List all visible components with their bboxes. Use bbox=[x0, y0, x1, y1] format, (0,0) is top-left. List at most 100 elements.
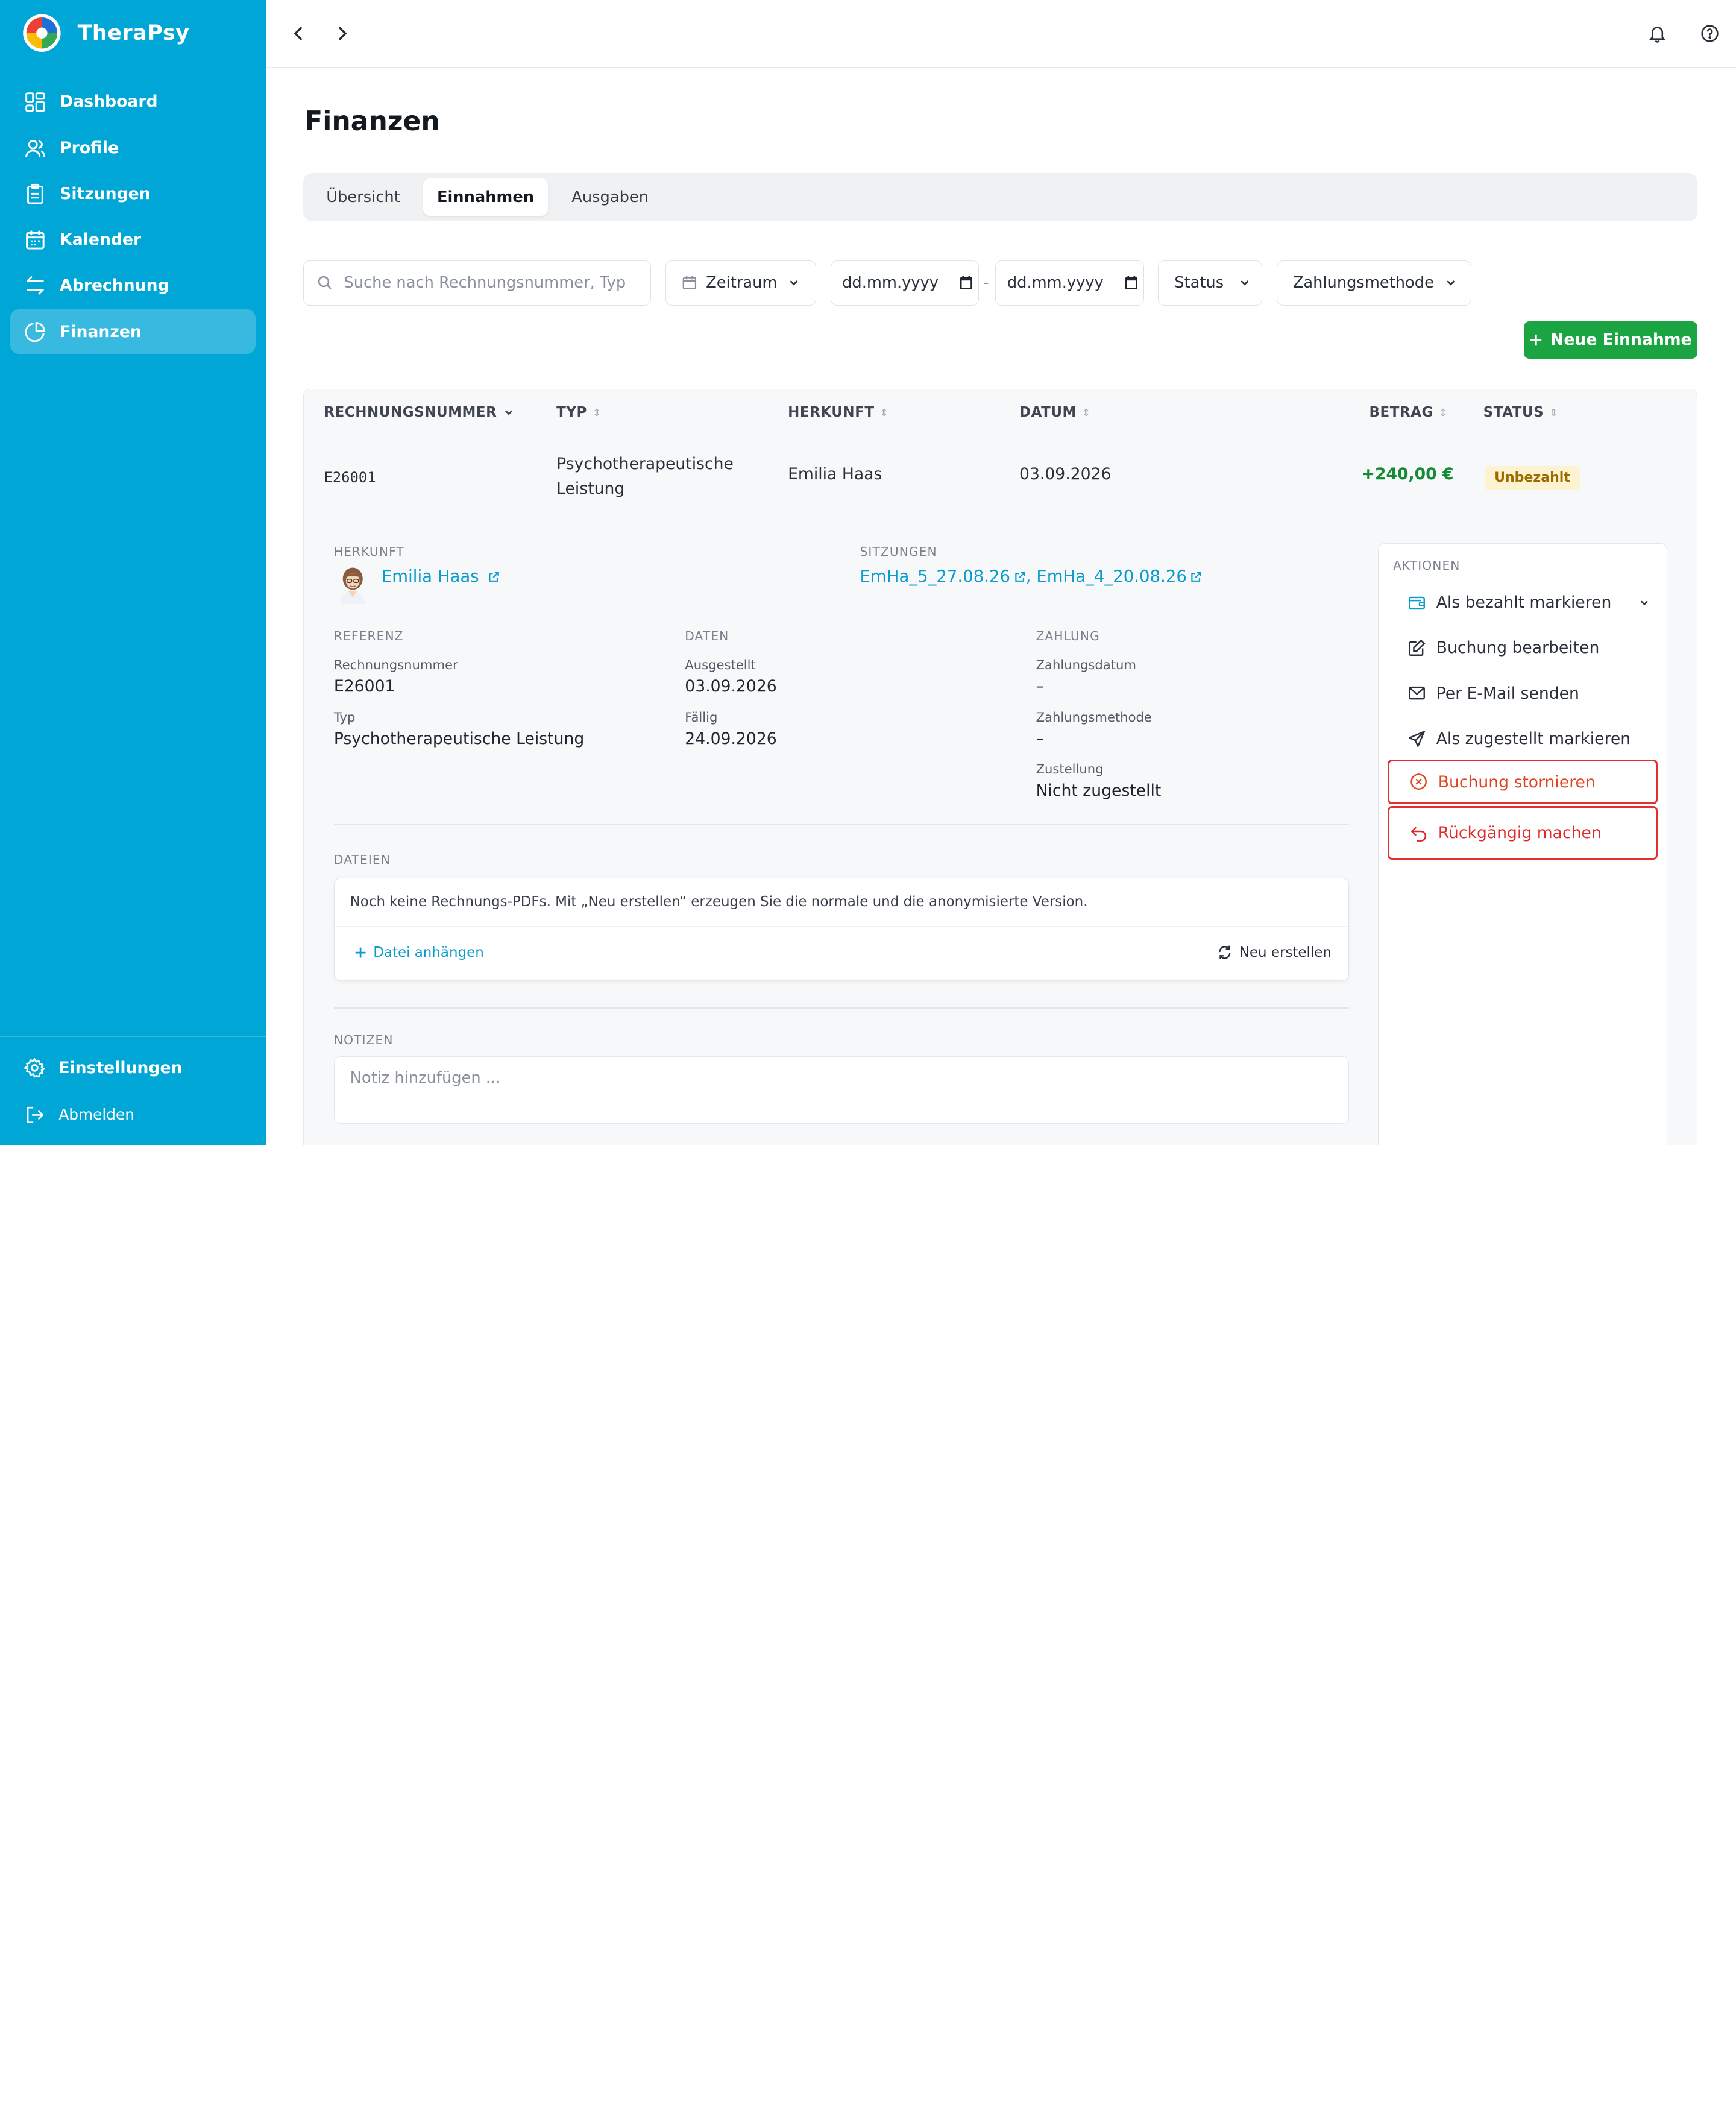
rechnungsnummer-label: Rechnungsnummer bbox=[333, 657, 458, 673]
dateien-section-label: DATEIEN bbox=[333, 852, 391, 867]
plus-icon bbox=[355, 947, 366, 958]
regenerate-button[interactable]: Neu erstellen bbox=[1217, 945, 1332, 960]
notes-input[interactable]: Notiz hinzufügen ... bbox=[333, 1056, 1350, 1124]
column-header-datum[interactable]: DATUM ⇕ bbox=[1019, 405, 1091, 420]
cell-typ: Psychotherapeutische Leistung bbox=[556, 455, 734, 498]
chevron-down-icon bbox=[790, 280, 798, 286]
sort-icon: ⇕ bbox=[879, 406, 889, 418]
chevron-left-icon bbox=[294, 27, 303, 40]
attach-file-button[interactable]: Datei anhängen bbox=[354, 945, 484, 960]
column-header-typ[interactable]: TYP ⇕ bbox=[556, 405, 601, 420]
sidebar-item-einstellungen[interactable]: Einstellungen bbox=[0, 1046, 266, 1090]
cancel-booking-button[interactable]: Buchung stornieren bbox=[1387, 760, 1658, 804]
status-dropdown[interactable]: Status bbox=[1158, 260, 1263, 306]
sidebar: TheraPsy Dashboard Profile Sitzungen Kal… bbox=[0, 0, 266, 1145]
sitzung-link-2[interactable]: EmHa_4_20.08.26 bbox=[1036, 567, 1187, 586]
dashboard-icon bbox=[25, 92, 45, 112]
referenz-section-label: REFERENZ bbox=[333, 628, 404, 643]
faellig-value: 24.09.2026 bbox=[685, 729, 777, 748]
calendar-picker-icon bbox=[1125, 276, 1137, 290]
table-row[interactable]: E26001 Psychotherapeutische Leistung Emi… bbox=[304, 438, 1697, 516]
sidebar-item-abrechnung[interactable]: Abrechnung bbox=[10, 263, 256, 307]
new-income-button[interactable]: Neue Einnahme bbox=[1523, 321, 1698, 359]
sidebar-item-label: Abrechnung bbox=[60, 276, 169, 295]
calendar-icon bbox=[26, 230, 45, 250]
app-name: TheraPsy bbox=[77, 21, 190, 46]
undo-icon bbox=[1410, 827, 1427, 842]
logout-label: Abmelden bbox=[58, 1106, 134, 1124]
payment-method-filter-label: Zahlungsmethode bbox=[1292, 274, 1434, 292]
edit-booking-button[interactable]: Buchung bearbeiten bbox=[1388, 626, 1658, 670]
edit-icon bbox=[1409, 639, 1426, 657]
help-button[interactable] bbox=[1696, 20, 1723, 46]
cell-datum: 03.09.2026 bbox=[1019, 464, 1112, 483]
swap-icon bbox=[27, 276, 45, 295]
actions-panel: AKTIONEN Als bezahlt markieren Buchung b… bbox=[1378, 543, 1667, 1145]
column-header-betrag[interactable]: BETRAG ⇕ bbox=[1370, 405, 1448, 420]
tab-ausgaben[interactable]: Ausgaben bbox=[555, 178, 665, 216]
tab-uebersicht[interactable]: Übersicht bbox=[310, 178, 416, 216]
logout-icon bbox=[27, 1106, 44, 1123]
sidebar-item-finanzen[interactable]: Finanzen bbox=[10, 309, 256, 354]
sitzungen-section-label: SITZUNGEN bbox=[860, 544, 937, 559]
tab-bar: Übersicht Einnahmen Ausgaben bbox=[303, 172, 1698, 222]
sidebar-item-label: Profile bbox=[60, 138, 119, 157]
date-to-value: dd.mm.yyyy bbox=[1007, 274, 1104, 292]
logout-button[interactable]: Abmelden bbox=[0, 1092, 266, 1136]
sitzungen-links: EmHa_5_27.08.26, EmHa_4_20.08.26 bbox=[860, 567, 1203, 586]
back-button[interactable] bbox=[286, 20, 312, 46]
undo-button[interactable]: Rückgängig machen bbox=[1387, 806, 1658, 860]
sidebar-nav: Dashboard Profile Sitzungen Kalender Abr… bbox=[10, 80, 256, 355]
herkunft-link[interactable]: Emilia Haas bbox=[382, 567, 500, 586]
period-label: Zeitraum bbox=[706, 274, 778, 292]
zustellung-value: Nicht zugestellt bbox=[1036, 781, 1162, 801]
brand[interactable]: TheraPsy bbox=[17, 11, 189, 55]
date-to-input[interactable]: dd.mm.yyyy bbox=[995, 260, 1144, 306]
send-email-button[interactable]: Per E-Mail senden bbox=[1388, 671, 1658, 715]
wallet-icon bbox=[1409, 596, 1425, 610]
column-header-status[interactable]: STATUS ⇕ bbox=[1483, 405, 1558, 420]
clipboard-icon bbox=[27, 183, 44, 204]
ausgestellt-label: Ausgestellt bbox=[685, 657, 756, 673]
cell-herkunft: Emilia Haas bbox=[788, 464, 882, 483]
chevron-down-icon[interactable] bbox=[1637, 596, 1652, 610]
new-income-label: Neue Einnahme bbox=[1550, 330, 1692, 350]
x-circle-icon bbox=[1410, 773, 1427, 790]
status-badge: Unbezahlt bbox=[1484, 465, 1580, 490]
herkunft-section-label: HERKUNFT bbox=[333, 544, 404, 559]
sidebar-item-dashboard[interactable]: Dashboard bbox=[10, 80, 256, 124]
sidebar-item-profile[interactable]: Profile bbox=[10, 125, 256, 169]
sidebar-item-sitzungen[interactable]: Sitzungen bbox=[10, 172, 256, 216]
files-panel: Noch keine Rechnungs-PDFs. Mit „Neu erst… bbox=[333, 877, 1350, 981]
zahlungsmethode-value: – bbox=[1036, 729, 1044, 748]
period-dropdown[interactable]: Zeitraum bbox=[665, 260, 816, 306]
cell-betrag: +240,00 € bbox=[1361, 464, 1454, 483]
column-header-herkunft[interactable]: HERKUNFT ⇕ bbox=[788, 405, 888, 420]
plus-icon bbox=[1530, 334, 1542, 346]
date-from-input[interactable]: dd.mm.yyyy bbox=[830, 260, 979, 306]
sidebar-item-kalender[interactable]: Kalender bbox=[10, 218, 256, 262]
mark-paid-button[interactable]: Als bezahlt markieren bbox=[1388, 581, 1658, 625]
search-field[interactable]: Suche nach Rechnungsnummer, Typ bbox=[303, 260, 652, 306]
column-header-rechnungsnummer[interactable]: RECHNUNGSNUMMER bbox=[324, 405, 514, 420]
zahlungsmethode-label: Zahlungsmethode bbox=[1036, 709, 1152, 725]
divider bbox=[333, 823, 1350, 825]
divider bbox=[334, 925, 1349, 927]
typ-label: Typ bbox=[333, 709, 356, 725]
sidebar-item-label: Sitzungen bbox=[60, 184, 151, 203]
external-link-icon bbox=[1191, 571, 1202, 582]
notifications-button[interactable] bbox=[1644, 20, 1671, 46]
mark-delivered-button[interactable]: Als zugestellt markieren bbox=[1388, 717, 1658, 761]
avatar bbox=[340, 567, 365, 605]
forward-button[interactable] bbox=[329, 20, 356, 46]
payment-method-dropdown[interactable]: Zahlungsmethode bbox=[1277, 260, 1472, 306]
search-input[interactable]: Suche nach Rechnungsnummer, Typ bbox=[344, 274, 626, 292]
sort-icon: ⇕ bbox=[593, 406, 602, 418]
tab-einnahmen[interactable]: Einnahmen bbox=[423, 178, 549, 216]
external-link-icon bbox=[489, 571, 499, 582]
date-range-separator: - bbox=[983, 273, 989, 292]
external-link-icon bbox=[1014, 571, 1025, 582]
sitzung-link-1[interactable]: EmHa_5_27.08.26 bbox=[860, 567, 1011, 586]
pie-chart-icon bbox=[25, 321, 45, 342]
faellig-label: Fällig bbox=[685, 709, 718, 725]
